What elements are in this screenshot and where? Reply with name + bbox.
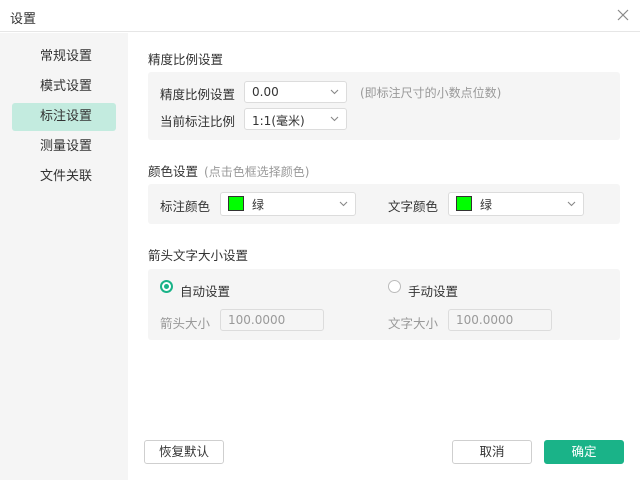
text-color-label: 文字颜色 (388, 199, 439, 214)
text-size-label: 文字大小 (388, 316, 439, 331)
precision-hint: (即标注尺寸的小数点位数) (360, 86, 502, 100)
arrow-size-value: 100.0000 (228, 313, 286, 327)
close-icon[interactable] (616, 8, 630, 22)
precision-section-title: 精度比例设置 (148, 52, 224, 67)
annotation-color-label: 标注颜色 (160, 199, 211, 214)
ok-button[interactable]: 确定 (544, 440, 624, 464)
arrow-panel: 自动设置 手动设置 箭头大小 100.0000 文字大小 100.0000 (148, 269, 620, 340)
sidebar-item-annotation[interactable]: 标注设置 (12, 103, 116, 131)
color-section-title: 颜色设置 (点击色框选择颜色) (148, 161, 309, 180)
scale-select[interactable]: 1:1(毫米) (244, 108, 347, 130)
text-color-swatch[interactable] (456, 196, 472, 211)
color-hint: (点击色框选择颜色) (204, 165, 310, 179)
annotation-color-select[interactable]: 绿 (220, 192, 356, 216)
window-title: 设置 (10, 12, 37, 27)
sidebar-item-measure[interactable]: 测量设置 (12, 133, 116, 161)
text-color-value: 绿 (480, 198, 493, 212)
text-color-select[interactable]: 绿 (448, 192, 584, 216)
text-size-input[interactable]: 100.0000 (448, 309, 552, 331)
chevron-down-icon (330, 116, 339, 122)
arrow-section-title: 箭头文字大小设置 (148, 248, 249, 263)
chevron-down-icon (330, 89, 339, 95)
annotation-color-swatch[interactable] (228, 196, 244, 211)
precision-select[interactable]: 0.00 (244, 81, 347, 103)
color-panel: 标注颜色 绿 文字颜色 绿 (148, 184, 620, 224)
precision-value: 0.00 (252, 85, 279, 99)
text-size-value: 100.0000 (456, 313, 514, 327)
color-title-text: 颜色设置 (148, 164, 199, 179)
arrow-size-input[interactable]: 100.0000 (220, 309, 324, 331)
sidebar: 常规设置 模式设置 标注设置 测量设置 文件关联 (0, 33, 128, 480)
auto-setting-radio[interactable] (160, 280, 173, 293)
cancel-button[interactable]: 取消 (452, 440, 532, 464)
sidebar-item-mode[interactable]: 模式设置 (12, 73, 116, 101)
annotation-color-value: 绿 (252, 198, 265, 212)
sidebar-item-general[interactable]: 常规设置 (12, 43, 116, 71)
chevron-down-icon (339, 201, 348, 207)
scale-value: 1:1(毫米) (252, 114, 305, 128)
precision-panel: 精度比例设置 0.00 (即标注尺寸的小数点位数) 当前标注比例 1:1(毫米) (148, 72, 620, 140)
reset-default-button[interactable]: 恢复默认 (144, 440, 224, 464)
auto-setting-label[interactable]: 自动设置 (180, 281, 230, 300)
sidebar-item-file-association[interactable]: 文件关联 (12, 163, 116, 191)
settings-content: 精度比例设置 精度比例设置 0.00 (即标注尺寸的小数点位数) 当前标注比例 … (128, 33, 640, 480)
arrow-size-label: 箭头大小 (160, 316, 211, 331)
manual-setting-radio[interactable] (388, 280, 401, 293)
precision-label: 精度比例设置 (160, 87, 236, 102)
title-bar: 设置 (0, 0, 640, 32)
scale-label: 当前标注比例 (160, 114, 236, 129)
manual-setting-label[interactable]: 手动设置 (408, 281, 458, 300)
chevron-down-icon (567, 201, 576, 207)
